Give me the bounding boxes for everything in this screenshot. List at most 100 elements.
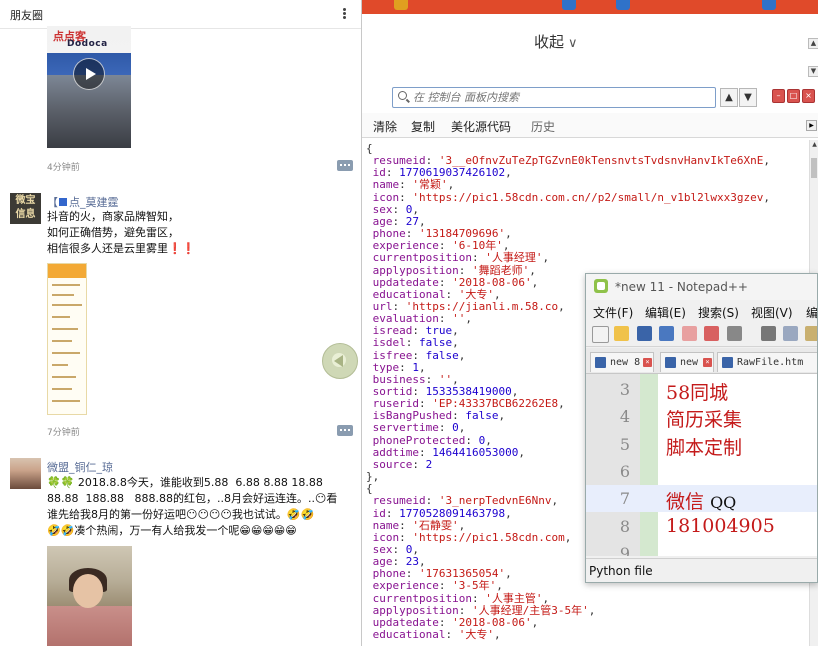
editor-line[interactable]: 7 微信 QQ — [586, 485, 817, 514]
more-vertical-icon[interactable] — [340, 7, 348, 21]
clear-button[interactable]: 清除 — [373, 118, 397, 135]
property-key: educational — [372, 628, 446, 641]
avatar[interactable] — [10, 458, 41, 489]
property-value: 'EP:43337BCB62262E8 — [432, 397, 559, 411]
play-icon[interactable] — [73, 58, 105, 90]
chevron-right-icon[interactable]: ▶ — [806, 120, 817, 131]
image-line — [52, 328, 78, 330]
close-tab-icon[interactable]: × — [703, 358, 712, 367]
editor-line[interactable]: 8 181004905 — [586, 513, 817, 540]
outer-scrollbar[interactable]: ▲ ▼ — [808, 38, 818, 78]
tab-label: RawFile.htm — [737, 357, 804, 368]
property-value: '3-5年' — [452, 579, 497, 593]
property-key: addtime — [372, 445, 419, 459]
paste-icon[interactable] — [805, 326, 817, 341]
image-line — [52, 294, 74, 296]
history-button[interactable]: 历史 — [531, 118, 555, 135]
property-value: '6-10年' — [452, 239, 503, 253]
post-author[interactable]: 【点_莫建霆 — [47, 194, 119, 210]
menu-edit[interactable]: 编辑(E) — [645, 304, 686, 321]
property-value: '人事经理/主管3-5年' — [471, 603, 589, 617]
property-key: business — [372, 372, 426, 386]
open-file-icon[interactable] — [614, 326, 629, 341]
menu-view[interactable]: 视图(V) — [751, 304, 793, 321]
save-icon[interactable] — [637, 326, 652, 341]
property-value: '石静雯' — [412, 518, 459, 532]
property-key: icon — [372, 190, 400, 204]
editor-line[interactable]: 5 脚本定制 — [586, 431, 817, 459]
copy-icon[interactable] — [783, 326, 798, 341]
close-all-icon[interactable] — [704, 326, 719, 341]
editor-line[interactable]: 9 — [586, 540, 817, 556]
bookmark-icon[interactable] — [394, 0, 408, 10]
property-key: isdel — [372, 336, 406, 350]
property-key: isread — [372, 324, 413, 338]
scroll-up-icon[interactable]: ▲ — [810, 140, 818, 149]
tab-rawfile[interactable]: RawFile.htm — [717, 352, 817, 372]
print-icon[interactable] — [727, 326, 742, 341]
search-next-button[interactable]: ▼ — [739, 88, 757, 107]
post-photo[interactable] — [47, 546, 132, 646]
save-all-icon[interactable] — [659, 326, 674, 341]
file-icon — [722, 357, 733, 368]
property-key: resumeid — [372, 154, 426, 168]
editor-line[interactable]: 6 — [586, 458, 817, 485]
property-key: servertime — [372, 421, 439, 435]
restore-icon[interactable]: □ — [787, 89, 800, 103]
menu-encoding[interactable]: 编 — [806, 304, 817, 321]
menu-icon[interactable] — [762, 0, 776, 10]
property-key: evaluation — [372, 312, 439, 326]
line-content: 微信 — [666, 491, 705, 514]
editor-line[interactable]: 3 58同城 — [586, 376, 817, 404]
post-text: 抖音的火，商家品牌智知， 如何正确借势，避免雷区， 相信很多人还是云里雾里❗❗ — [47, 210, 196, 255]
console-search[interactable] — [392, 87, 716, 108]
image-line — [52, 352, 80, 354]
close-icon[interactable]: × — [802, 89, 815, 103]
scroll-up-icon[interactable]: ▲ — [808, 38, 818, 49]
new-file-icon[interactable] — [592, 326, 609, 343]
property-key: experience — [372, 239, 439, 253]
cut-icon[interactable] — [761, 326, 776, 341]
scroll-thumb[interactable] — [811, 158, 817, 178]
download-icon[interactable] — [562, 0, 576, 10]
collapse-label: 收起 — [534, 33, 565, 51]
collapse-button[interactable]: 收起 ∨ — [534, 31, 578, 52]
line-content: 181004905 — [666, 514, 775, 537]
property-key: updatedate — [372, 275, 439, 289]
close-file-icon[interactable] — [682, 326, 697, 341]
comment-icon[interactable] — [337, 425, 353, 436]
post-author[interactable]: 微盟_铜仁_琼 — [47, 459, 113, 475]
property-value: '2018-08-06' — [452, 275, 532, 289]
search-icon — [398, 91, 407, 100]
tab-new-6[interactable]: new 6 × — [660, 352, 714, 372]
copy-button[interactable]: 复制 — [411, 118, 435, 135]
editor-line[interactable]: 4 简历采集 — [586, 403, 817, 431]
minimize-icon[interactable]: – — [772, 89, 785, 103]
notepad-editor[interactable]: 3 58同城 4 简历采集 5 脚本定制 6 7 微信 QQ 8 181004905 9 — [586, 374, 817, 556]
close-tab-icon[interactable]: × — [643, 358, 652, 367]
brace-text: { — [366, 482, 373, 496]
console-search-input[interactable] — [413, 90, 713, 105]
property-value: 0 — [452, 421, 459, 435]
search-prev-button[interactable]: ▲ — [720, 88, 738, 107]
property-key: name — [372, 518, 400, 532]
line-number: 7 — [619, 489, 630, 509]
scroll-down-icon[interactable]: ▼ — [808, 66, 818, 77]
beautify-button[interactable]: 美化源代码 — [451, 118, 511, 135]
notepad-titlebar[interactable]: *new 11 - Notepad++ — [586, 274, 817, 300]
back-arrow-icon[interactable] — [322, 343, 358, 379]
image-line — [52, 284, 80, 286]
comment-icon[interactable] — [337, 160, 353, 171]
property-key: resumeid — [372, 494, 426, 508]
property-value: 1 — [412, 360, 419, 374]
notepad-toolbar — [586, 322, 817, 347]
line-text: 181004905 — [666, 515, 775, 537]
avatar[interactable]: 微宝 信息 — [10, 193, 41, 224]
menu-file[interactable]: 文件(F) — [593, 304, 633, 321]
video-thumbnail[interactable]: 点点客 Dodoca — [47, 26, 131, 148]
tab-new-8[interactable]: new 8 × — [590, 352, 654, 372]
post-image[interactable] — [47, 263, 87, 415]
property-key: ruserid — [372, 397, 419, 411]
extension-icon[interactable] — [616, 0, 630, 10]
menu-search[interactable]: 搜索(S) — [698, 304, 739, 321]
